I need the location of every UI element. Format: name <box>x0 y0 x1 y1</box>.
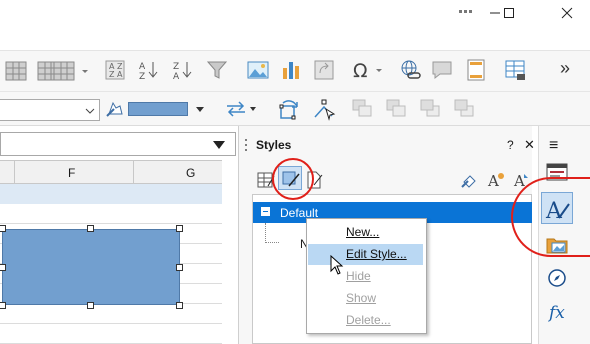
svg-text:Z: Z <box>139 72 145 82</box>
svg-text:Z: Z <box>173 62 179 72</box>
toolbar-overflow-button[interactable]: » <box>560 58 570 79</box>
close-window-button[interactable] <box>544 0 590 26</box>
svg-text:Z A: Z A <box>109 70 123 79</box>
panel-grip-icon[interactable] <box>244 138 248 155</box>
context-menu-items: New... Edit Style... Hide Show Delete... <box>306 218 427 334</box>
resize-handle[interactable] <box>0 302 6 309</box>
area-style-icon[interactable] <box>104 98 126 123</box>
resize-handle[interactable] <box>176 302 183 309</box>
menu-item-label: Edit Style... <box>346 247 407 261</box>
bring-to-front-icon <box>350 97 374 124</box>
columns-table-icon[interactable] <box>52 60 92 85</box>
transformations-icon[interactable] <box>278 97 302 124</box>
define-print-area-icon[interactable] <box>503 58 529 85</box>
selected-row <box>0 184 222 204</box>
svg-text:A: A <box>139 62 146 72</box>
line-color-swatch[interactable] <box>128 102 188 116</box>
panel-close-button[interactable]: ✕ <box>524 137 535 153</box>
title-bar-grip-icon <box>458 6 472 20</box>
menu-item-label: Delete... <box>346 313 391 327</box>
menu-item-delete: Delete... <box>308 310 423 331</box>
resize-handle[interactable] <box>87 302 94 309</box>
collapse-icon[interactable] <box>261 207 270 216</box>
resize-handle[interactable] <box>176 225 183 232</box>
send-to-back-icon <box>452 97 476 124</box>
svg-text:fx: fx <box>548 303 565 323</box>
menu-item-label: New... <box>346 225 380 239</box>
navigator-tab-icon[interactable] <box>547 268 567 291</box>
points-icon[interactable] <box>312 97 336 124</box>
forward-one-icon <box>384 97 408 124</box>
headers-footers-icon[interactable] <box>464 58 488 85</box>
resize-handle[interactable] <box>0 225 6 232</box>
arrow-style-icon[interactable] <box>224 98 258 123</box>
maximize-button[interactable] <box>486 0 532 26</box>
menu-item-show: Show <box>308 288 423 309</box>
panel-title: Styles <box>256 138 292 152</box>
line-color-dropdown-icon[interactable] <box>194 104 206 118</box>
sort-descending-icon[interactable]: ZA <box>170 58 196 85</box>
table-grid-icon[interactable] <box>0 60 30 85</box>
insert-chart-icon[interactable] <box>279 58 303 85</box>
fill-format-mode-icon[interactable] <box>460 170 480 193</box>
svg-text:A: A <box>173 72 180 82</box>
svg-text:A: A <box>487 172 499 190</box>
svg-text:Ω: Ω <box>353 60 368 82</box>
sort-icon[interactable]: A ZZ A <box>104 58 128 85</box>
resize-handle[interactable] <box>176 264 183 271</box>
tree-connector <box>265 223 266 243</box>
menu-item-new[interactable]: New... <box>308 222 423 243</box>
annotation-circle <box>511 177 590 257</box>
formula-input[interactable] <box>0 132 236 156</box>
column-header-g[interactable]: G <box>186 166 195 180</box>
formula-expand-icon[interactable] <box>212 139 226 153</box>
resize-handle[interactable] <box>87 225 94 232</box>
functions-tab-icon[interactable]: fx <box>547 301 570 326</box>
menu-item-edit-style[interactable]: Edit Style... <box>308 244 423 265</box>
autofilter-icon[interactable] <box>206 58 228 85</box>
resize-handle[interactable] <box>0 264 6 271</box>
comment-icon[interactable] <box>430 58 454 85</box>
pivot-table-icon[interactable] <box>312 58 336 85</box>
column-header-f[interactable]: F <box>68 166 75 180</box>
annotation-circle <box>272 158 314 200</box>
tree-connector <box>265 242 279 243</box>
new-style-from-selection-icon[interactable]: A <box>486 170 506 193</box>
menu-item-label: Show <box>346 291 377 305</box>
panel-help-button[interactable]: ? <box>507 138 514 152</box>
sort-ascending-icon[interactable]: AZ <box>136 58 162 85</box>
backward-one-icon <box>418 97 442 124</box>
hyperlink-icon[interactable] <box>398 58 422 85</box>
menu-item-hide: Hide <box>308 266 423 287</box>
insert-image-icon[interactable] <box>246 58 270 85</box>
selected-rectangle-shape[interactable] <box>2 229 180 305</box>
menu-item-label: Hide <box>346 269 371 283</box>
mouse-cursor-icon <box>330 254 344 278</box>
line-style-dropdown[interactable] <box>0 99 100 121</box>
special-character-icon[interactable]: Ω <box>352 58 386 85</box>
sidebar-menu-button[interactable]: ≡ <box>549 137 558 155</box>
